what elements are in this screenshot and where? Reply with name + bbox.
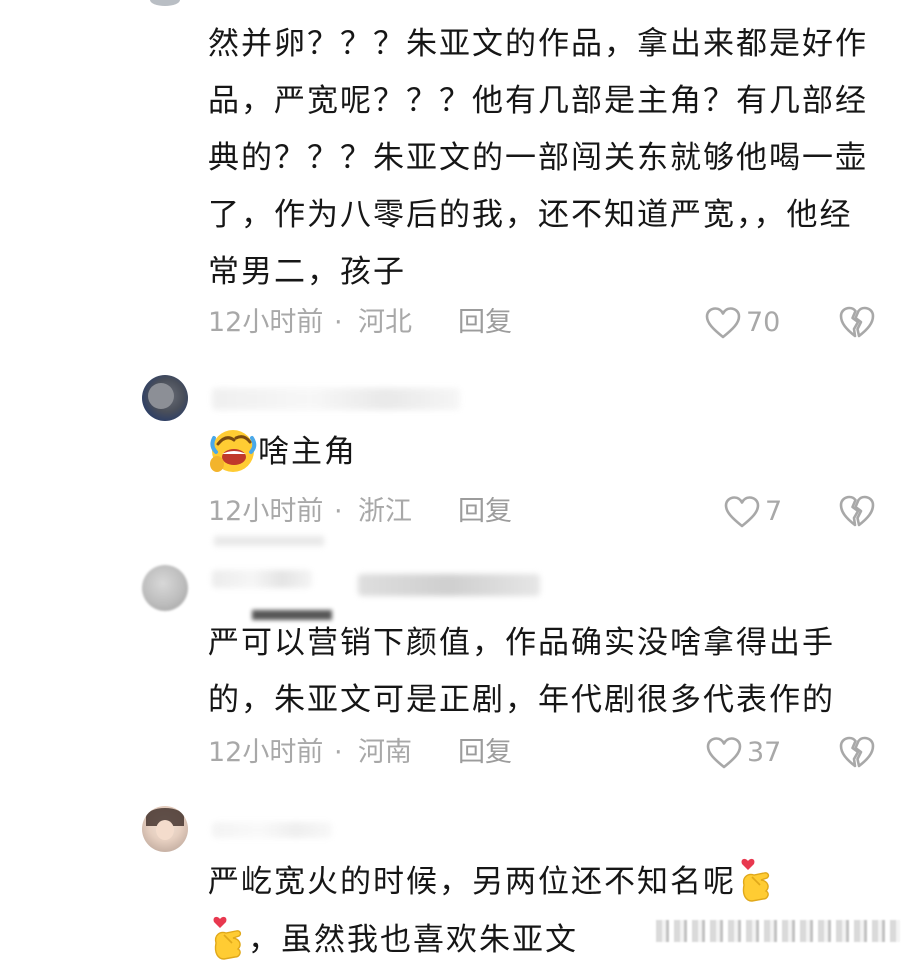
meta-separator: · — [334, 737, 343, 768]
reply-button[interactable]: 回复 — [458, 305, 512, 341]
comment-text: ，虽然我也喜欢朱亚文 — [248, 922, 578, 958]
username-blurred[interactable] — [212, 570, 312, 588]
broken-heart-icon — [838, 736, 876, 775]
comment-meta: 12小时前 · 浙江 回复 — [208, 494, 888, 530]
heart-outline-icon — [723, 495, 761, 529]
comment-text: 然并卵？？？朱亚文的作品，拿出来都是好作品，严宽呢？？？他有几部是主角？有几部经… — [208, 26, 868, 290]
comment-meta: 12小时前 · 河南 回复 — [208, 735, 888, 771]
heart-outline-icon — [704, 306, 742, 340]
meta-separator: · — [334, 307, 343, 338]
dislike-button[interactable] — [838, 305, 876, 341]
comment-time: 12小时前 — [208, 496, 324, 527]
comment-time: 12小时前 — [208, 307, 324, 338]
comment-text: 严可以营销下颜值，作品确实没啥拿得出手的，朱亚文可是正剧，年代剧很多代表作的 — [208, 625, 835, 718]
meta-separator: · — [334, 496, 343, 527]
like-button[interactable]: 37 — [705, 735, 781, 771]
avatar[interactable] — [142, 565, 188, 611]
avatar[interactable] — [142, 806, 188, 852]
reply-button[interactable]: 回复 — [458, 735, 512, 771]
comment-region: 河北 — [358, 307, 412, 338]
comment-region: 河南 — [358, 737, 412, 768]
comment-text: 啥主角 — [258, 434, 357, 470]
broken-heart-icon — [838, 495, 876, 534]
avatar-partial-top[interactable] — [150, 0, 180, 6]
avatar[interactable] — [142, 375, 188, 421]
laughing-crying-emoji — [208, 424, 258, 483]
broken-heart-icon — [838, 306, 876, 345]
reply-button[interactable]: 回复 — [458, 494, 512, 530]
blur-artifact — [214, 536, 324, 546]
comment-text: 严屹宽火的时候，另两位还不知名呢 — [208, 864, 736, 900]
comment-meta: 12小时前 · 河北 回复 — [208, 305, 888, 341]
like-count: 7 — [765, 496, 783, 527]
watermark-strip — [656, 920, 900, 942]
like-button[interactable]: 70 — [704, 305, 780, 341]
username-blurred[interactable] — [212, 822, 332, 838]
like-count: 37 — [747, 737, 782, 768]
finger-heart-emoji — [208, 913, 248, 970]
like-button[interactable]: 7 — [723, 494, 782, 530]
finger-heart-emoji — [736, 855, 776, 912]
username-blurred[interactable] — [212, 388, 460, 410]
comment-text-row: 严屹宽火的时候，另两位还不知名呢 ，虽然我也喜欢朱亚文 — [208, 854, 878, 970]
dislike-button[interactable] — [838, 735, 876, 771]
comment-region: 浙江 — [358, 496, 412, 527]
comment-time: 12小时前 — [208, 737, 324, 768]
heart-outline-icon — [705, 736, 743, 770]
username-blurred[interactable] — [358, 574, 540, 596]
comment-text-row: 啥主角 — [208, 424, 878, 483]
like-count: 70 — [746, 307, 781, 338]
dislike-button[interactable] — [838, 494, 876, 530]
